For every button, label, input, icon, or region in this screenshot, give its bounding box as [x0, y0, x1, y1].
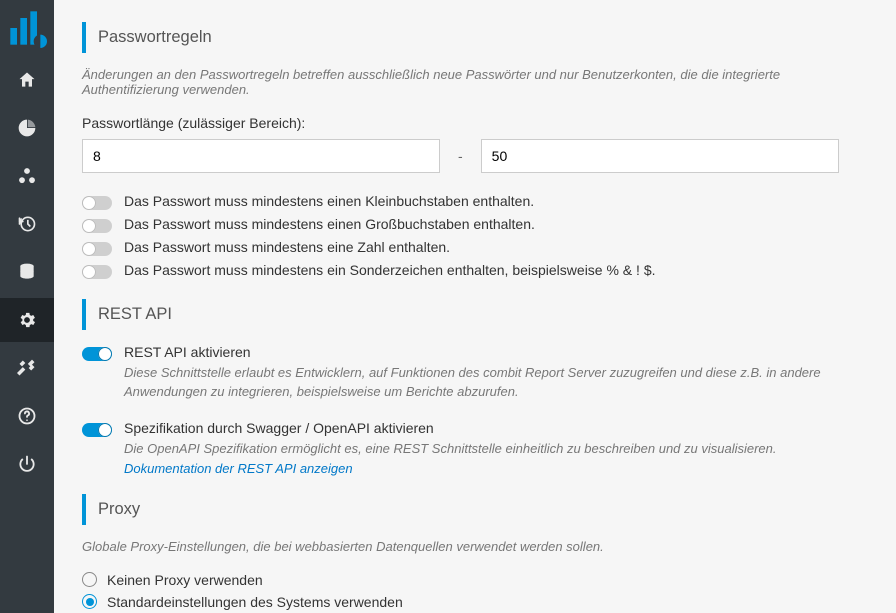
main-content: Passwortregeln Änderungen an den Passwor…: [54, 0, 896, 613]
password-max-input[interactable]: [481, 139, 839, 173]
section-header-password: Passwortregeln: [82, 22, 872, 53]
nav-settings[interactable]: [0, 298, 54, 342]
nav-pie[interactable]: [0, 106, 54, 150]
password-min-input[interactable]: [82, 139, 440, 173]
nav-power[interactable]: [0, 442, 54, 486]
section-header-restapi: REST API: [82, 299, 872, 330]
toggle-lowercase-label: Das Passwort muss mindestens einen Klein…: [124, 193, 872, 209]
nav-home[interactable]: [0, 58, 54, 102]
rest-enable-hint: Diese Schnittstelle erlaubt es Entwickle…: [124, 364, 872, 402]
radio-proxy-system-label: Standardeinstellungen des Systems verwen…: [107, 594, 403, 610]
app-logo: [7, 8, 47, 48]
swagger-enable-hint: Die OpenAPI Spezifikation ermöglicht es,…: [124, 440, 872, 459]
nav-tools[interactable]: [0, 346, 54, 390]
radio-proxy-none-label: Keinen Proxy verwenden: [107, 572, 263, 588]
password-note: Änderungen an den Passwortregeln betreff…: [82, 67, 872, 97]
toggle-uppercase-label: Das Passwort muss mindestens einen Großb…: [124, 216, 872, 232]
nav-help[interactable]: [0, 394, 54, 438]
toggle-rest-enable[interactable]: [82, 347, 112, 361]
nav-history[interactable]: [0, 202, 54, 246]
toggle-uppercase[interactable]: [82, 219, 112, 233]
toggle-digit[interactable]: [82, 242, 112, 256]
password-length-label: Passwortlänge (zulässiger Bereich):: [82, 115, 872, 131]
section-header-proxy: Proxy: [82, 494, 872, 525]
toggle-swagger-enable[interactable]: [82, 423, 112, 437]
nav-cluster[interactable]: [0, 154, 54, 198]
range-separator: -: [458, 148, 463, 164]
sidebar: [0, 0, 54, 613]
proxy-note: Globale Proxy-Einstellungen, die bei web…: [82, 539, 872, 554]
swagger-enable-label: Spezifikation durch Swagger / OpenAPI ak…: [124, 420, 872, 436]
toggle-digit-label: Das Passwort muss mindestens eine Zahl e…: [124, 239, 872, 255]
toggle-lowercase[interactable]: [82, 196, 112, 210]
radio-proxy-none[interactable]: [82, 572, 97, 587]
rest-doc-link[interactable]: Dokumentation der REST API anzeigen: [124, 461, 353, 476]
toggle-special-label: Das Passwort muss mindestens ein Sonderz…: [124, 262, 872, 278]
toggle-special[interactable]: [82, 265, 112, 279]
rest-enable-label: REST API aktivieren: [124, 344, 872, 360]
radio-proxy-system[interactable]: [82, 594, 97, 609]
nav-database[interactable]: [0, 250, 54, 294]
